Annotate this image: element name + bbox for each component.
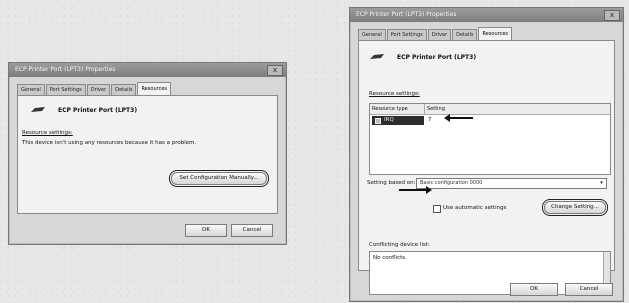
column-header-resource-type[interactable]: Resource type	[370, 104, 425, 114]
tab-details[interactable]: Details	[111, 84, 137, 95]
close-button[interactable]: x	[604, 10, 620, 21]
table-header: Resource type Setting	[370, 104, 610, 115]
use-automatic-settings-checkbox[interactable]	[433, 205, 441, 213]
printer-port-icon	[31, 107, 45, 112]
device-name: ECP Printer Port (LPT3)	[397, 53, 477, 61]
resource-settings-label: Resource settings:	[22, 130, 73, 136]
cancel-button[interactable]: Cancel	[565, 283, 613, 296]
dialog-title: ECP Printer Port (LPT3) Properties	[9, 63, 286, 77]
resources-panel: ECP Printer Port (LPT3) Resource setting…	[358, 40, 615, 295]
conflicting-device-list-label: Conflicting device list:	[369, 242, 430, 248]
annotation-arrow-icon	[444, 114, 473, 122]
tab-driver[interactable]: Driver	[86, 84, 111, 95]
tab-port-settings[interactable]: Port Settings	[45, 84, 86, 95]
column-header-setting[interactable]: Setting	[425, 104, 607, 114]
device-name: ECP Printer Port (LPT3)	[58, 106, 138, 114]
device-header: ECP Printer Port (LPT3)	[369, 53, 476, 61]
printer-port-icon	[370, 54, 384, 59]
tab-driver[interactable]: Driver	[427, 29, 452, 40]
device-header: ECP Printer Port (LPT3)	[30, 106, 137, 114]
set-configuration-manually-button[interactable]: Set Configuration Manually...	[169, 170, 269, 187]
problem-message: This device isn't using any resources be…	[22, 140, 197, 146]
close-button[interactable]: x	[267, 65, 283, 76]
annotation-arrow-icon	[399, 186, 432, 194]
resource-settings-label: Resource settings:	[369, 91, 420, 97]
change-setting-button[interactable]: Change Setting...	[542, 199, 608, 216]
tab-general[interactable]: General	[358, 29, 386, 40]
resource-type-cell[interactable]: IRQ	[372, 116, 424, 125]
tab-resources[interactable]: Resources	[137, 82, 172, 95]
tab-strip: General Port Settings Driver Details Res…	[17, 82, 172, 95]
tab-strip: General Port Settings Driver Details Res…	[358, 27, 513, 40]
chevron-down-icon: ▾	[600, 180, 603, 186]
use-automatic-settings-label: Use automatic settings	[443, 205, 507, 211]
irq-resource-icon	[375, 117, 381, 124]
resource-type-value: IRQ	[384, 117, 394, 123]
tab-general[interactable]: General	[17, 84, 45, 95]
properties-dialog-left: ECP Printer Port (LPT3) Properties x Gen…	[8, 62, 287, 245]
resource-table[interactable]: Resource type Setting IRQ 7	[369, 103, 611, 175]
tab-resources[interactable]: Resources	[478, 27, 513, 40]
ok-button[interactable]: OK	[185, 224, 227, 237]
properties-dialog-right: ECP Printer Port (LPT3) Properties x Gen…	[349, 7, 624, 302]
dialog-title: ECP Printer Port (LPT3) Properties	[350, 8, 623, 22]
tab-details[interactable]: Details	[452, 29, 478, 40]
conflicts-text: No conflicts.	[373, 255, 407, 261]
setting-based-on-label: Setting based on:	[367, 180, 416, 186]
tab-port-settings[interactable]: Port Settings	[386, 29, 427, 40]
resources-panel: ECP Printer Port (LPT3) Resource setting…	[17, 95, 278, 214]
setting-based-on-select[interactable]: Basic configuration 0000 ▾	[416, 178, 607, 189]
cancel-button[interactable]: Cancel	[231, 224, 273, 237]
ok-button[interactable]: OK	[510, 283, 558, 296]
